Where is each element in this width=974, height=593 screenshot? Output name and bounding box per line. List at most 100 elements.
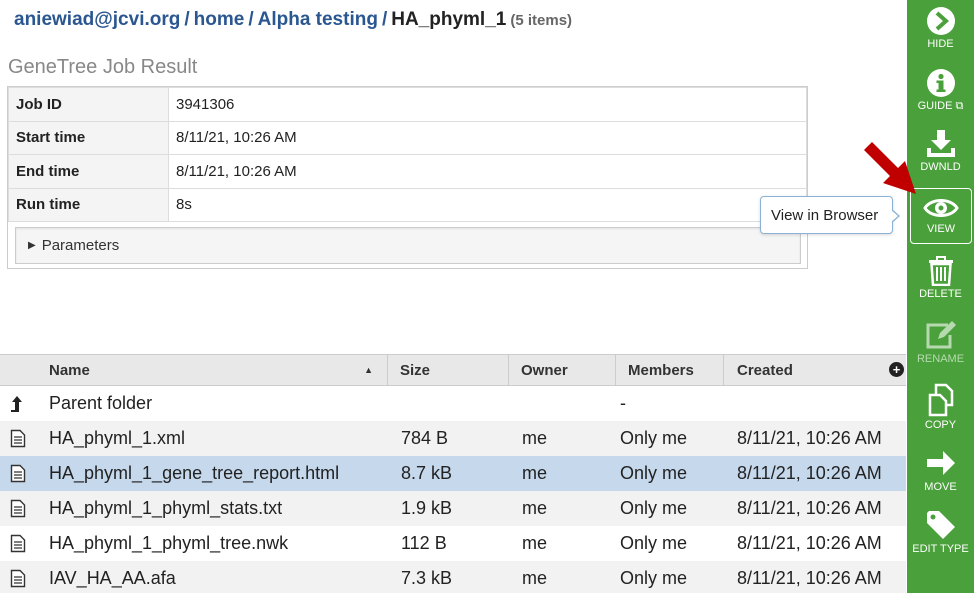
header-size[interactable]: Size: [388, 355, 509, 385]
grid-header: Name ▲ Size Owner Members Created +: [0, 354, 906, 386]
file-owner: me: [522, 428, 548, 448]
eye-icon: [923, 199, 959, 217]
move-label: MOVE: [924, 481, 957, 493]
parent-folder-row[interactable]: Parent folder -: [0, 386, 906, 421]
file-created: 8/11/21, 10:26 AM: [737, 428, 882, 448]
job-info-key: Job ID: [8, 87, 169, 122]
job-info-value: 8s: [168, 187, 807, 222]
job-info-row: Job ID 3941306: [8, 87, 807, 122]
view-label: VIEW: [926, 223, 956, 235]
breadcrumb-current: HA_phyml_1: [391, 9, 507, 30]
document-icon: [0, 534, 37, 553]
page-title: GeneTree Job Result: [8, 56, 198, 78]
file-size: 7.3 kB: [401, 568, 453, 588]
copy-icon: [928, 383, 953, 417]
parameters-label: Parameters: [41, 237, 120, 254]
job-info-key: Start time: [8, 120, 169, 155]
file-members: Only me: [620, 498, 688, 518]
view-tooltip: View in Browser: [760, 196, 900, 234]
file-name: HA_phyml_1_phyml_stats.txt: [49, 498, 283, 518]
file-owner: me: [522, 533, 548, 553]
header-members-label: Members: [628, 361, 694, 379]
job-info-row: Start time 8/11/21, 10:26 AM: [8, 120, 807, 155]
header-owner[interactable]: Owner: [509, 355, 616, 385]
breadcrumb-separator: /: [184, 9, 190, 30]
trash-icon: [928, 256, 953, 286]
pencil-edit-icon: [926, 321, 956, 349]
job-info-value: 8/11/21, 10:26 AM: [168, 154, 807, 189]
info-icon: [926, 69, 955, 97]
hide-button[interactable]: HIDE: [907, 6, 974, 50]
download-icon: [926, 130, 955, 157]
file-owner: me: [522, 568, 548, 588]
annotation-arrow-icon: [864, 142, 916, 194]
document-icon: [0, 429, 37, 448]
edit-type-button[interactable]: EDIT TYPE: [907, 509, 974, 555]
table-row[interactable]: HA_phyml_1_phyml_stats.txt 1.9 kB me Onl…: [0, 491, 906, 526]
file-created: 8/11/21, 10:26 AM: [737, 568, 882, 588]
parameters-toggle[interactable]: ▶ Parameters: [15, 227, 801, 264]
file-size: 8.7 kB: [401, 463, 453, 483]
file-created: 8/11/21, 10:26 AM: [737, 498, 882, 518]
document-icon: [0, 464, 37, 483]
item-count: (5 items): [510, 12, 573, 29]
table-row[interactable]: HA_phyml_1.xml 784 B me Only me 8/11/21,…: [0, 421, 906, 456]
breadcrumb-home[interactable]: home: [194, 9, 245, 30]
action-bar: HIDE GUIDE ⧉ DWNLD VIEW DELETE RENAME CO…: [907, 0, 974, 593]
breadcrumb-folder[interactable]: Alpha testing: [258, 9, 378, 30]
external-link-icon: ⧉: [955, 100, 964, 112]
header-owner-label: Owner: [521, 361, 568, 379]
file-size: 1.9 kB: [401, 498, 453, 518]
copy-label: COPY: [924, 419, 957, 431]
caret-right-icon: ▶: [28, 240, 36, 251]
header-name[interactable]: Name ▲: [37, 355, 388, 385]
add-column-icon[interactable]: +: [889, 362, 904, 377]
document-icon: [0, 499, 37, 518]
table-row[interactable]: HA_phyml_1_phyml_tree.nwk 112 B me Only …: [0, 526, 906, 561]
file-members: -: [620, 393, 626, 413]
job-info-row: End time 8/11/21, 10:26 AM: [8, 154, 807, 189]
file-owner: me: [522, 498, 548, 518]
tag-icon: [926, 511, 955, 539]
table-row-selected[interactable]: HA_phyml_1_gene_tree_report.html 8.7 kB …: [0, 456, 906, 491]
edit-type-label: EDIT TYPE: [912, 543, 969, 555]
file-members: Only me: [620, 463, 688, 483]
arrow-right-icon: [926, 451, 955, 475]
header-members[interactable]: Members: [616, 355, 724, 385]
chevron-right-circle-icon: [926, 7, 955, 35]
file-name: IAV_HA_AA.afa: [49, 568, 176, 588]
guide-text: GUIDE: [917, 100, 953, 112]
breadcrumb-user[interactable]: aniewiad@jcvi.org: [14, 9, 180, 30]
file-owner: me: [522, 463, 548, 483]
table-row[interactable]: IAV_HA_AA.afa 7.3 kB me Only me 8/11/21,…: [0, 561, 906, 593]
job-info-value: 8/11/21, 10:26 AM: [168, 120, 807, 155]
file-members: Only me: [620, 428, 688, 448]
header-created-label: Created: [737, 361, 793, 379]
sort-asc-icon: ▲: [364, 365, 373, 375]
copy-button[interactable]: COPY: [907, 383, 974, 431]
guide-button[interactable]: GUIDE ⧉: [907, 68, 974, 113]
file-name: HA_phyml_1_phyml_tree.nwk: [49, 533, 289, 553]
header-icon-col: [0, 355, 37, 385]
job-info-key: End time: [8, 154, 169, 189]
delete-button[interactable]: DELETE: [907, 256, 974, 300]
hide-label: HIDE: [927, 38, 954, 50]
job-info-table: Job ID 3941306 Start time 8/11/21, 10:26…: [8, 87, 807, 222]
file-grid: Name ▲ Size Owner Members Created + Pare…: [0, 354, 906, 593]
file-name: Parent folder: [49, 393, 153, 413]
rename-button[interactable]: RENAME: [907, 319, 974, 365]
view-button[interactable]: VIEW: [910, 188, 972, 244]
guide-label: GUIDE ⧉: [907, 100, 974, 113]
document-icon: [0, 569, 37, 588]
file-size: 112 B: [401, 533, 447, 553]
file-size: 784 B: [401, 428, 449, 448]
job-info-panel: Job ID 3941306 Start time 8/11/21, 10:26…: [7, 86, 808, 269]
delete-label: DELETE: [919, 288, 962, 300]
up-arrow-icon: [0, 395, 37, 413]
file-created: 8/11/21, 10:26 AM: [737, 533, 882, 553]
move-button[interactable]: MOVE: [907, 447, 974, 493]
file-name: HA_phyml_1_gene_tree_report.html: [49, 463, 340, 483]
rename-label: RENAME: [916, 353, 965, 365]
file-name: HA_phyml_1.xml: [49, 428, 186, 448]
header-created[interactable]: Created +: [724, 355, 906, 385]
